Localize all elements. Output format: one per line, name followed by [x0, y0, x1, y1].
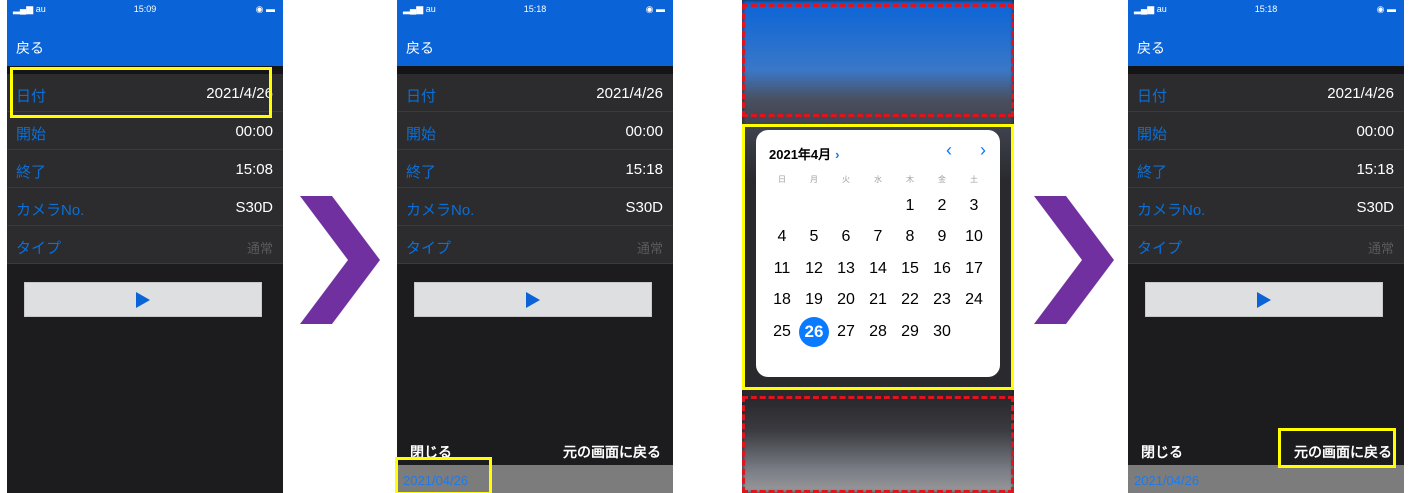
play-icon — [136, 291, 150, 308]
return-original-button[interactable]: 元の画面に戻る — [563, 442, 661, 462]
start-label: 開始 — [1137, 126, 1168, 143]
type-value: 通常 — [1367, 241, 1394, 256]
end-value: 15:18 — [1356, 161, 1394, 178]
play-button[interactable] — [414, 282, 652, 317]
camera-label: カメラNo. — [1137, 202, 1206, 219]
type-row[interactable]: タイプ 通常 — [397, 226, 673, 264]
navigation-bar: 戻る — [1128, 20, 1404, 66]
battery-icon: ◉ ▬ — [255, 4, 275, 14]
start-value: 00:00 — [625, 123, 663, 140]
camera-value: S30D — [625, 199, 663, 216]
date-row[interactable]: 日付 2021/4/26 — [397, 74, 673, 112]
date-value: 2021/4/26 — [1327, 85, 1394, 102]
status-time: 15:09 — [133, 4, 157, 14]
end-value: 15:08 — [235, 161, 273, 178]
camera-row[interactable]: カメラNo. S30D — [7, 188, 283, 226]
status-bar: ▂▄▆ au 15:09 ◉ ▬ — [7, 0, 283, 20]
date-field-highlight — [395, 457, 492, 493]
section-gap — [397, 66, 673, 74]
type-value: 通常 — [636, 241, 663, 256]
play-button[interactable] — [1145, 282, 1383, 317]
camera-value: S30D — [1356, 199, 1394, 216]
end-value: 15:18 — [625, 161, 663, 178]
camera-row[interactable]: カメラNo. S30D — [397, 188, 673, 226]
end-row[interactable]: 終了 15:18 — [1128, 150, 1404, 188]
play-icon — [526, 291, 540, 308]
type-row[interactable]: タイプ 通常 — [7, 226, 283, 264]
battery-icon: ◉ ▬ — [645, 4, 665, 14]
date-label: 日付 — [1137, 88, 1168, 105]
arrow-right-icon — [300, 196, 380, 324]
dimmed-area-top-marker — [742, 4, 1014, 117]
date-row[interactable]: 日付 2021/4/26 — [1128, 74, 1404, 112]
return-button-highlight — [1278, 428, 1396, 468]
calendar-highlight — [742, 124, 1014, 390]
start-label: 開始 — [406, 126, 437, 143]
navigation-bar: 戻る — [397, 20, 673, 66]
start-value: 00:00 — [235, 123, 273, 140]
date-label: 日付 — [406, 88, 437, 105]
back-button[interactable]: 戻る — [406, 38, 434, 58]
type-label: タイプ — [1137, 240, 1183, 257]
phone-screen-2: ▂▄▆ au 15:18 ◉ ▬ 戻る 日付 2021/4/26 開始 00:0… — [397, 0, 673, 493]
type-value: 通常 — [246, 241, 273, 256]
date-input-field[interactable]: 2021/04/26 — [1128, 465, 1404, 493]
status-time: 15:18 — [1254, 4, 1278, 14]
play-button[interactable] — [24, 282, 262, 317]
start-value: 00:00 — [1356, 123, 1394, 140]
end-row[interactable]: 終了 15:08 — [7, 150, 283, 188]
type-label: タイプ — [16, 240, 62, 257]
date-value: 2021/4/26 — [596, 85, 663, 102]
status-time: 15:18 — [523, 4, 547, 14]
back-button[interactable]: 戻る — [1137, 38, 1165, 58]
camera-row[interactable]: カメラNo. S30D — [1128, 188, 1404, 226]
end-label: 終了 — [406, 164, 437, 181]
end-row[interactable]: 終了 15:18 — [397, 150, 673, 188]
end-label: 終了 — [1137, 164, 1168, 181]
date-row-highlight — [10, 67, 272, 118]
search-form: 日付 2021/4/26 開始 00:00 終了 15:18 カメラNo. S3… — [397, 74, 673, 264]
battery-icon: ◉ ▬ — [1376, 4, 1396, 14]
camera-value: S30D — [235, 199, 273, 216]
phone-screen-4: ▂▄▆ au 15:18 ◉ ▬ 戻る 日付 2021/4/26 開始 00:0… — [1128, 0, 1404, 493]
status-bar: ▂▄▆ au 15:18 ◉ ▬ — [1128, 0, 1404, 20]
start-label: 開始 — [16, 126, 47, 143]
type-row[interactable]: タイプ 通常 — [1128, 226, 1404, 264]
camera-label: カメラNo. — [16, 202, 85, 219]
search-form: 日付 2021/4/26 開始 00:00 終了 15:18 カメラNo. S3… — [1128, 74, 1404, 264]
navigation-bar: 戻る — [7, 20, 283, 66]
start-row[interactable]: 開始 00:00 — [1128, 112, 1404, 150]
dimmed-area-bottom-marker — [742, 396, 1014, 493]
date-input-value: 2021/04/26 — [1134, 473, 1200, 488]
close-button[interactable]: 閉じる — [1141, 442, 1183, 462]
camera-label: カメラNo. — [406, 202, 475, 219]
end-label: 終了 — [16, 164, 47, 181]
section-gap — [1128, 66, 1404, 74]
status-bar: ▂▄▆ au 15:18 ◉ ▬ — [397, 0, 673, 20]
back-button[interactable]: 戻る — [16, 38, 44, 58]
type-label: タイプ — [406, 240, 452, 257]
arrow-right-icon — [1034, 196, 1114, 324]
start-row[interactable]: 開始 00:00 — [397, 112, 673, 150]
play-icon — [1257, 291, 1271, 308]
